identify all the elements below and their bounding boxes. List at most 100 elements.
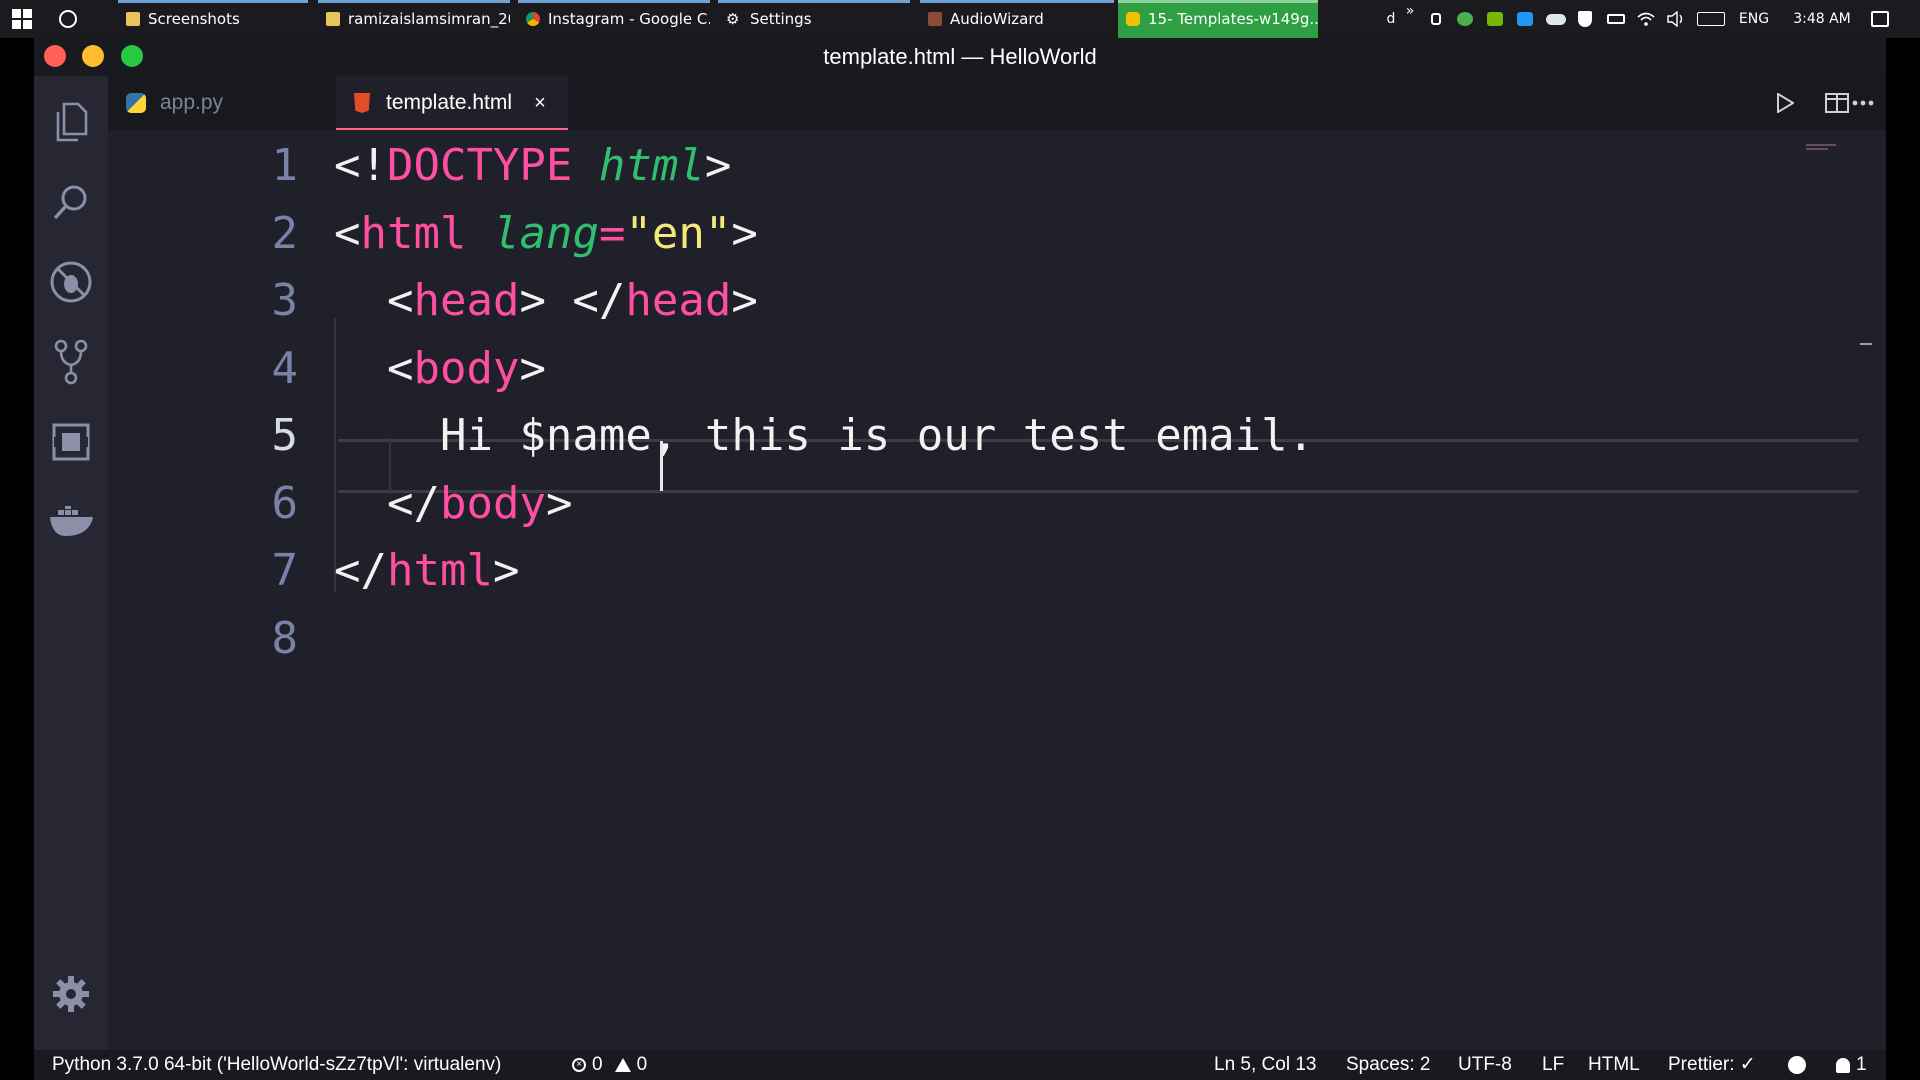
indentation-status[interactable]: Spaces: 2 xyxy=(1346,1050,1431,1080)
code-token: "en" xyxy=(625,207,732,259)
taskbar-item-chrome[interactable]: Instagram - Google C... xyxy=(518,0,710,38)
code-token: body xyxy=(413,342,520,394)
problems-status[interactable]: × 0 0 xyxy=(572,1050,647,1080)
battery-icon[interactable] xyxy=(1604,0,1628,38)
touch-keyboard-icon[interactable] xyxy=(1694,0,1728,38)
code-token: body xyxy=(439,477,546,529)
code-token: > xyxy=(704,140,732,191)
code-line: <body> xyxy=(334,343,546,394)
code-token: < xyxy=(334,275,414,326)
editor-tab-bar: app.py template.html × xyxy=(108,76,1886,130)
docker-whale-icon[interactable] xyxy=(43,494,99,550)
source-control-icon[interactable] xyxy=(43,334,99,390)
html5-file-icon xyxy=(354,93,370,113)
vscode-window: template.html — HelloWorld app.py templa… xyxy=(34,38,1886,1080)
taskbar-item-screenshots[interactable]: Screenshots xyxy=(118,0,308,38)
line-number: 7 xyxy=(271,545,299,596)
window-title: template.html — HelloWorld xyxy=(823,44,1097,69)
bell-icon xyxy=(1836,1057,1850,1073)
code-token: html xyxy=(360,207,467,259)
minimap-line xyxy=(1806,148,1828,150)
code-line: </html> xyxy=(334,545,519,596)
line-number: 2 xyxy=(271,207,299,259)
code-line: <html lang="en"> xyxy=(334,208,758,259)
line-number: 4 xyxy=(271,342,299,394)
windows-taskbar: Screenshots ramizaislamsimran_20... Inst… xyxy=(0,0,1920,38)
tray-app-icon-3[interactable] xyxy=(1514,0,1536,38)
error-count: 0 xyxy=(592,1054,603,1075)
action-center-icon[interactable] xyxy=(1868,0,1892,38)
folder-icon xyxy=(326,12,340,26)
code-token: </ xyxy=(334,477,440,529)
code-line: <!DOCTYPE html> xyxy=(334,140,731,191)
folder-icon xyxy=(126,12,140,26)
encoding-status[interactable]: UTF-8 xyxy=(1458,1050,1512,1080)
prettier-status[interactable]: Prettier: ✓ xyxy=(1668,1050,1756,1080)
line-number: 1 xyxy=(271,140,299,191)
chrome-icon xyxy=(526,12,540,26)
code-token: > </ xyxy=(519,275,626,326)
warning-icon xyxy=(614,1058,631,1072)
defender-shield-icon[interactable] xyxy=(1574,0,1596,38)
code-token: < xyxy=(334,342,414,394)
taskbar-item-audiowizard[interactable]: AudioWizard xyxy=(920,0,1114,38)
text-cursor xyxy=(660,441,663,491)
line-number: 6 xyxy=(271,477,299,529)
video-player-icon xyxy=(1126,12,1140,26)
overview-ruler-marker xyxy=(1860,343,1872,345)
code-token: html xyxy=(386,545,493,596)
settings-gear-icon: ⚙ xyxy=(726,10,740,28)
volume-icon[interactable] xyxy=(1664,0,1688,38)
clock-time[interactable]: 3:48 AM xyxy=(1784,0,1860,38)
tab-label: app.py xyxy=(160,91,224,114)
notification-count: 1 xyxy=(1856,1054,1867,1075)
taskbar-item-settings[interactable]: ⚙ Settings xyxy=(718,0,910,38)
warning-count: 0 xyxy=(636,1054,648,1075)
code-editor[interactable]: 12345678 <!DOCTYPE html> <html lang="en">… xyxy=(108,130,1886,1050)
minimap[interactable] xyxy=(1806,144,1840,152)
taskbar-item-folder[interactable]: ramizaislamsimran_20... xyxy=(318,0,510,38)
extensions-icon[interactable] xyxy=(43,414,99,470)
wifi-icon[interactable] xyxy=(1634,0,1658,38)
error-icon: × xyxy=(572,1058,586,1072)
code-line: </body> xyxy=(334,478,572,529)
search-icon[interactable] xyxy=(43,174,99,230)
no-bug-debug-icon[interactable] xyxy=(43,254,99,310)
tab-app-py[interactable]: app.py xyxy=(108,76,336,130)
code-line: <head> </head> xyxy=(334,275,758,326)
tray-app-icon-2[interactable] xyxy=(1454,0,1476,38)
play-run-icon[interactable] xyxy=(1762,76,1808,130)
taskbar-item-video[interactable]: 15- Templates-w149g... xyxy=(1118,0,1318,38)
tray-app-icon-1[interactable] xyxy=(1426,0,1446,38)
more-actions-ellipsis-icon[interactable] xyxy=(1840,76,1886,130)
code-token: DOCTYPE xyxy=(386,140,573,191)
language-mode-status[interactable]: HTML xyxy=(1588,1050,1640,1080)
python-interpreter-status[interactable]: Python 3.7.0 64-bit ('HelloWorld-sZz7tpV… xyxy=(52,1050,501,1080)
tray-overflow-icon[interactable]: » xyxy=(1402,0,1418,30)
feedback-smiley-icon[interactable] xyxy=(1788,1050,1806,1080)
input-language-label[interactable]: ENG xyxy=(1734,0,1774,38)
notifications-status[interactable]: 1 xyxy=(1836,1050,1867,1080)
code-line: Hi $name, this is our test email. xyxy=(334,410,1314,461)
onedrive-icon[interactable] xyxy=(1544,0,1568,38)
windows-start-icon[interactable] xyxy=(0,0,44,38)
cursor-position-status[interactable]: Ln 5, Col 13 xyxy=(1214,1050,1316,1080)
nvidia-icon[interactable] xyxy=(1484,0,1506,38)
audiowizard-icon xyxy=(928,12,942,26)
title-bar: template.html — HelloWorld xyxy=(34,38,1886,76)
explorer-icon[interactable] xyxy=(43,94,99,150)
gear-icon[interactable] xyxy=(43,966,99,1022)
code-token: Hi $name, this is our test email. xyxy=(334,410,1315,461)
code-token: > xyxy=(731,207,758,259)
python-file-icon xyxy=(126,93,146,113)
code-token: > xyxy=(731,275,758,326)
cortana-search-icon[interactable] xyxy=(50,0,86,38)
code-token: > xyxy=(492,545,520,596)
code-token: head xyxy=(413,275,520,326)
tab-close-icon[interactable]: × xyxy=(534,92,546,115)
tab-template-html[interactable]: template.html × xyxy=(336,76,568,130)
status-bar: Python 3.7.0 64-bit ('HelloWorld-sZz7tpV… xyxy=(34,1050,1886,1080)
code-token: head xyxy=(625,275,732,326)
eol-status[interactable]: LF xyxy=(1542,1050,1564,1080)
